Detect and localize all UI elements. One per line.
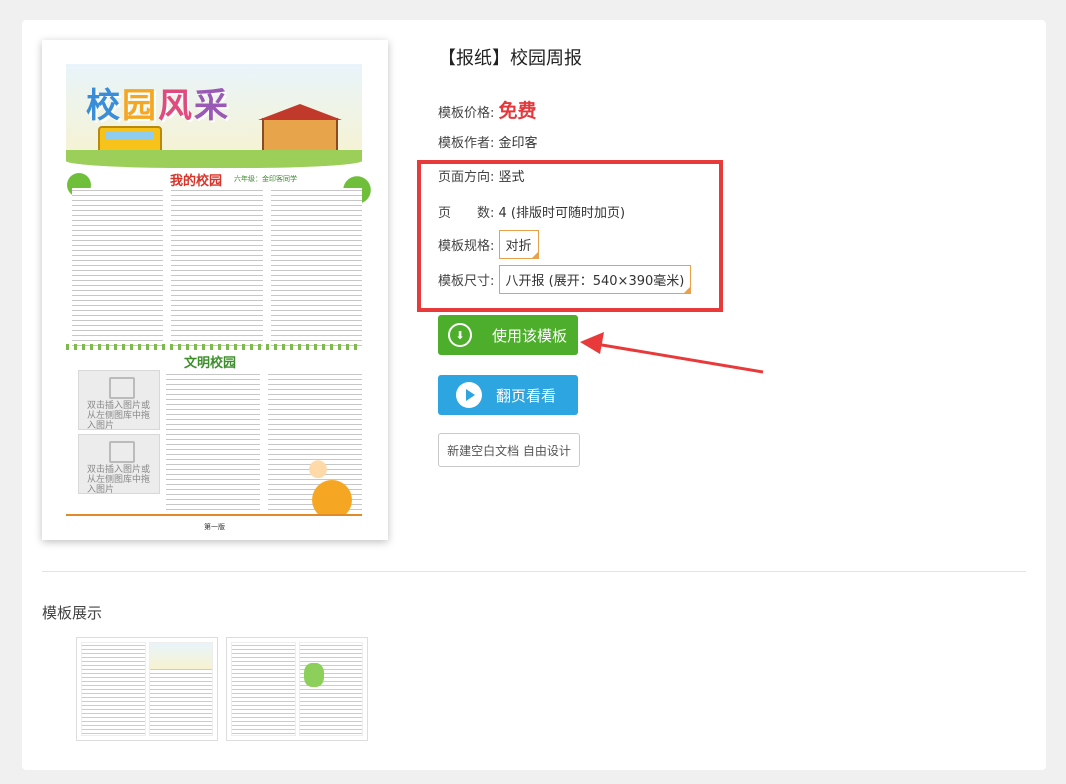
thumbnail-page	[81, 642, 146, 736]
price-row: 模板价格: 免费	[438, 96, 537, 123]
preview-banner-title: 校园风采	[86, 86, 230, 126]
footer-line	[66, 514, 362, 516]
download-circle-icon: ⬇	[448, 323, 472, 347]
image-placeholder[interactable]: 双击插入图片或从左侧图库中拖入图片	[78, 370, 160, 431]
orientation-label: 页面方向:	[438, 170, 495, 185]
template-title: 【报纸】校园周报	[438, 48, 582, 69]
kids-reading-illustration	[290, 450, 360, 514]
spec-row: 模板规格: 对折	[438, 230, 539, 259]
preview-section-title: 文明校园	[184, 356, 237, 371]
price-value: 免费	[498, 100, 537, 122]
thumbnail-page	[148, 642, 213, 736]
image-placeholder[interactable]: 双击插入图片或从左侧图库中拖入图片	[78, 434, 160, 495]
play-circle-icon	[456, 382, 482, 408]
use-template-label: 使用该模板	[492, 326, 568, 345]
thumbnail-page	[298, 642, 363, 736]
red-arrow-annotation	[580, 332, 764, 374]
thumbnail-page	[231, 642, 296, 736]
author-label: 模板作者:	[438, 136, 495, 151]
preview-banner: 校园风采	[66, 64, 362, 162]
pages-label: 页 数:	[438, 206, 495, 221]
size-selector[interactable]: 八开报 (展开：540×390毫米)	[498, 265, 692, 294]
author-row: 模板作者: 金印客	[438, 132, 538, 151]
gallery-thumbnail[interactable]	[76, 637, 218, 741]
template-preview[interactable]: 校园风采 我的校园 六年级：金印客同学 文明校园 双击插入图片或从左侧图库中拖入…	[42, 40, 388, 540]
preview-section-subtitle: 六年级：金印客同学	[234, 175, 297, 183]
size-label: 模板尺寸:	[438, 274, 495, 289]
flip-view-label: 翻页看看	[496, 386, 557, 405]
gallery-title: 模板展示	[42, 604, 103, 622]
fence-divider	[66, 344, 362, 350]
grass-decoration	[66, 150, 362, 168]
flip-view-button[interactable]: 翻页看看	[438, 375, 578, 415]
pages-row: 页 数: 4 (排版时可随时加页)	[438, 202, 625, 221]
section-divider	[42, 571, 1026, 572]
new-blank-document-button[interactable]: 新建空白文档 自由设计	[438, 433, 580, 467]
price-label: 模板价格:	[438, 106, 495, 121]
pages-value: 4 (排版时可随时加页)	[498, 206, 626, 221]
spec-label: 模板规格:	[438, 239, 495, 254]
orientation-value: 竖式	[498, 170, 525, 185]
orientation-row: 页面方向: 竖式	[438, 166, 525, 185]
author-value: 金印客	[498, 136, 538, 151]
gallery-thumbnail[interactable]	[226, 637, 368, 741]
preview-text-columns	[72, 188, 362, 346]
page-number: 第一版	[204, 523, 225, 531]
template-detail-card: 校园风采 我的校园 六年级：金印客同学 文明校园 双击插入图片或从左侧图库中拖入…	[22, 20, 1046, 770]
spec-selector[interactable]: 对折	[498, 230, 539, 259]
preview-section-title: 我的校园	[170, 174, 223, 189]
size-row: 模板尺寸: 八开报 (展开：540×390毫米)	[438, 265, 692, 294]
use-template-button[interactable]: ⬇ 使用该模板	[438, 315, 578, 355]
